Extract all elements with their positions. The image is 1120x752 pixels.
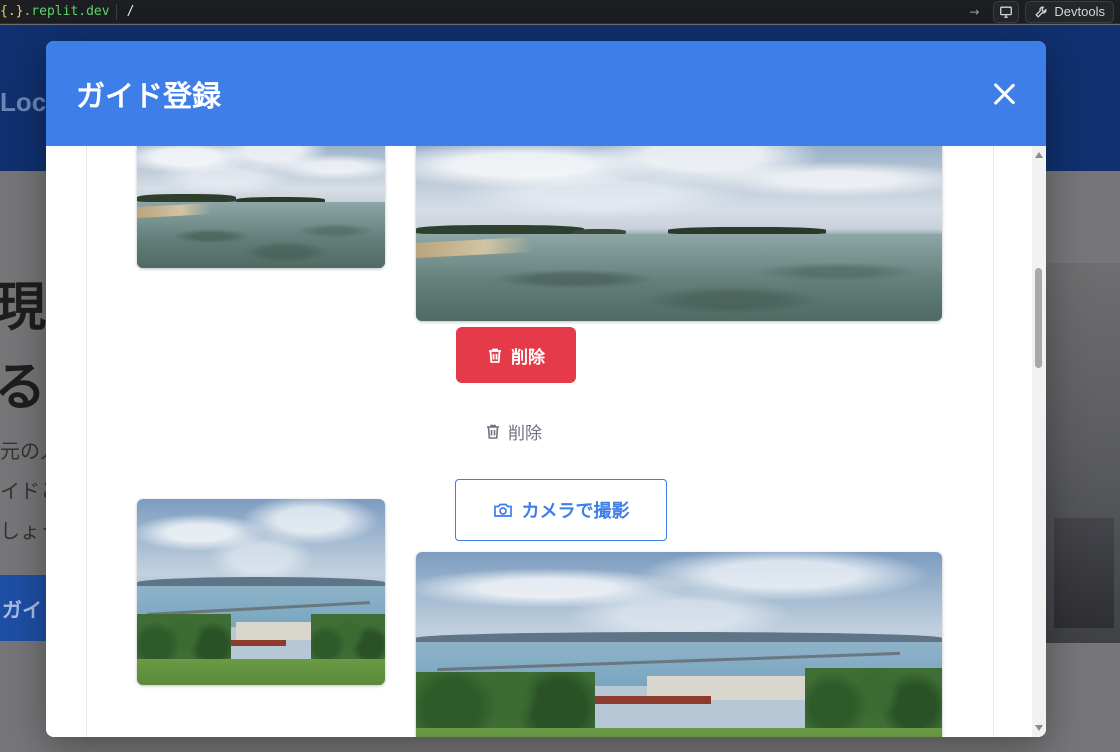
url-host-brace: {.}	[0, 4, 24, 19]
background-hero-image	[1046, 263, 1120, 643]
monitor-button[interactable]	[993, 0, 1020, 23]
camera-capture-button[interactable]: カメラで撮影	[455, 479, 667, 541]
modal-body[interactable]: 削除 削除 カメラで撮影	[46, 146, 1046, 737]
photo-preview-bridge	[416, 552, 942, 737]
devtools-button[interactable]: Devtools	[1025, 0, 1114, 23]
modal-title: ガイド登録	[76, 78, 222, 113]
photo-thumbnail-bridge	[137, 499, 385, 685]
trash-icon	[487, 424, 499, 439]
url-host-suffix: .replit.dev	[23, 4, 110, 19]
close-icon[interactable]	[990, 80, 1018, 108]
delete-button-label: 削除	[511, 347, 545, 368]
modal-header: ガイド登録	[46, 41, 1046, 146]
background-logo: Loc	[0, 87, 47, 117]
photo-form-card: 削除 削除 カメラで撮影	[86, 146, 994, 737]
guide-registration-modal: ガイド登録 削除 削除 カメラで撮影	[46, 41, 1046, 737]
monitor-icon	[1000, 6, 1013, 18]
delete-link[interactable]: 削除	[485, 418, 542, 444]
delete-button[interactable]: 削除	[456, 327, 576, 383]
photo-preview-beach	[416, 146, 942, 321]
background-cta-button: ガイ	[0, 575, 52, 641]
url-path-input[interactable]: /	[127, 4, 970, 19]
url-host[interactable]: {.}.replit.dev	[0, 4, 110, 19]
photo-thumbnail-beach	[137, 146, 385, 268]
camera-button-label: カメラで撮影	[521, 501, 630, 522]
wrench-icon	[1035, 6, 1047, 18]
devtools-label: Devtools	[1054, 4, 1105, 19]
delete-link-label: 削除	[508, 423, 542, 444]
scroll-down-arrow-icon[interactable]	[1035, 725, 1043, 731]
url-separator	[115, 3, 117, 20]
scroll-up-arrow-icon[interactable]	[1035, 152, 1043, 158]
camera-icon	[493, 503, 512, 517]
trash-icon	[489, 348, 501, 363]
go-arrow-icon[interactable]: →	[969, 5, 979, 19]
modal-scrollbar[interactable]	[1032, 146, 1046, 737]
browser-toolbar: {.}.replit.dev / → Devtools	[0, 0, 1120, 24]
scrollbar-thumb[interactable]	[1035, 268, 1042, 368]
